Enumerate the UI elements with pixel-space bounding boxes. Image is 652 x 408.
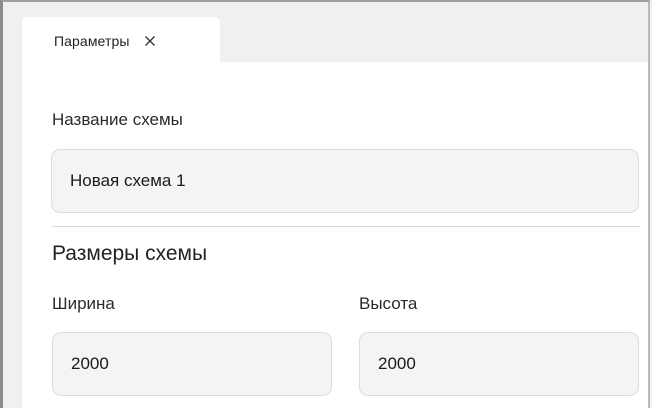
height-label: Высота [359,294,418,313]
close-icon[interactable] [144,35,156,47]
width-label: Ширина [52,294,115,313]
width-input[interactable] [71,354,331,374]
properties-window: Параметры Название схемы Размеры схемы Ш… [0,0,650,408]
tab-parameters[interactable]: Параметры [22,17,220,62]
divider [52,226,640,227]
parameters-panel: Название схемы Размеры схемы Ширина Высо… [22,62,648,408]
size-section-title: Размеры схемы [52,242,208,265]
tab-label: Параметры [54,32,130,49]
height-input[interactable] [378,354,638,374]
tab-bar: Параметры [3,2,648,62]
height-field[interactable] [359,332,639,396]
scheme-name-label: Название схемы [52,110,183,129]
width-field[interactable] [52,332,332,396]
scheme-name-field[interactable] [51,149,639,213]
scheme-name-input[interactable] [70,171,638,191]
